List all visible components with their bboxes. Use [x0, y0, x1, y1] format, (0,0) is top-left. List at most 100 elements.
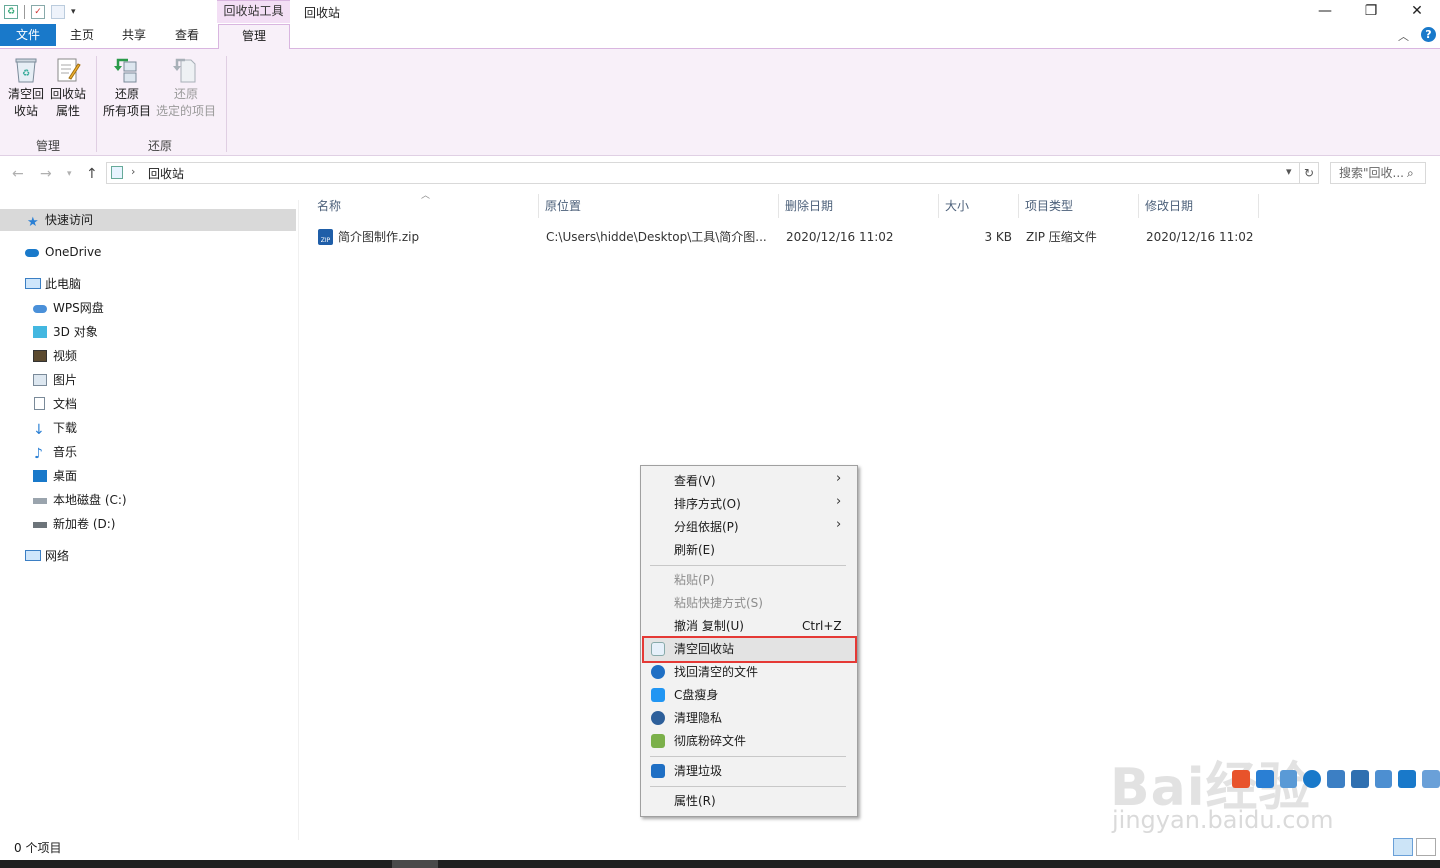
ribbon-tab-row: [0, 24, 1440, 48]
taskbar-active-app[interactable]: [392, 860, 438, 868]
nav-item-drive-c[interactable]: 本地磁盘 (C:): [0, 489, 296, 511]
column-header-name[interactable]: 名称: [311, 194, 539, 218]
nav-item-music[interactable]: ♪ 音乐: [0, 441, 296, 463]
column-header-size[interactable]: 大小: [939, 194, 1019, 218]
address-bar[interactable]: [106, 162, 1300, 184]
properties-icon[interactable]: ✓: [31, 5, 45, 19]
punctuation-icon[interactable]: [1279, 770, 1298, 788]
menu-item-undo-copy[interactable]: 撤消 复制(U): [674, 616, 744, 636]
toolbox-icon[interactable]: [1422, 770, 1440, 788]
column-header-deleted[interactable]: 删除日期: [779, 194, 939, 218]
menu-separator: [650, 756, 846, 757]
nav-label: 快速访问: [45, 213, 94, 227]
chevron-up-icon[interactable]: ︿: [1398, 28, 1409, 44]
minimize-button[interactable]: —: [1302, 0, 1348, 24]
nav-label: 下载: [53, 421, 78, 435]
close-button[interactable]: ✕: [1394, 0, 1440, 24]
nav-label: 图片: [53, 373, 78, 387]
menu-item-recover-files[interactable]: 找回清空的文件: [674, 662, 758, 682]
zip-file-icon: ZIP: [318, 229, 333, 245]
nav-item-onedrive[interactable]: OneDrive: [0, 241, 296, 263]
tab-share[interactable]: 共享: [112, 24, 156, 46]
breadcrumb[interactable]: 回收站: [148, 165, 184, 182]
drive-icon: [33, 522, 47, 528]
refresh-button[interactable]: ↻: [1299, 162, 1319, 184]
computer-icon: [25, 278, 41, 289]
tab-manage[interactable]: 管理: [218, 24, 290, 49]
column-header-modified[interactable]: 修改日期: [1139, 194, 1259, 218]
menu-separator: [650, 786, 846, 787]
back-arrow-icon[interactable]: ←: [12, 166, 24, 182]
sogou-s-icon[interactable]: [1232, 770, 1250, 788]
nav-item-3d-objects[interactable]: 3D 对象: [0, 321, 296, 343]
nav-item-quick-access[interactable]: ★ 快速访问: [0, 209, 296, 231]
nav-item-wps[interactable]: WPS网盘: [0, 297, 296, 319]
new-folder-icon[interactable]: [51, 5, 65, 19]
button-label-line2: 选定的项目: [155, 104, 216, 118]
nav-item-this-pc[interactable]: 此电脑: [0, 273, 296, 295]
menu-item-view[interactable]: 查看(V): [674, 471, 716, 491]
menu-item-empty-recycle-bin[interactable]: 清空回收站: [674, 639, 734, 659]
svg-text:♻: ♻: [22, 69, 30, 79]
network-icon: [25, 550, 41, 561]
column-header-type[interactable]: 项目类型: [1019, 194, 1139, 218]
cube-icon: [33, 326, 47, 338]
menu-item-group[interactable]: 分组依据(P): [674, 517, 739, 537]
recycle-bin-properties-button[interactable]: 回收站 属性: [48, 56, 88, 120]
file-modified-date: 2020/12/16 11:02: [1146, 230, 1254, 244]
restore-all-button[interactable]: 还原 所有项目: [100, 56, 154, 120]
tab-view[interactable]: 查看: [165, 24, 209, 46]
ime-toolbar: [1232, 764, 1440, 794]
nav-item-network[interactable]: 网络: [0, 545, 296, 567]
menu-item-clean-privacy[interactable]: 清理隐私: [674, 708, 722, 728]
forward-arrow-icon[interactable]: →: [40, 166, 52, 182]
menu-item-c-drive-slim[interactable]: C盘瘦身: [674, 685, 718, 705]
menu-item-paste-shortcut[interactable]: 粘贴快捷方式(S): [674, 593, 763, 613]
disk-slim-icon: [651, 688, 665, 702]
empty-recycle-bin-button[interactable]: ♻ 清空回 收站: [4, 56, 48, 120]
menu-item-shred-files[interactable]: 彻底粉碎文件: [674, 731, 746, 751]
menu-item-clean-junk[interactable]: 清理垃圾: [674, 761, 722, 781]
nav-item-downloads[interactable]: ↓ 下载: [0, 417, 296, 439]
maximize-button[interactable]: ❐: [1348, 0, 1394, 24]
group-divider: [226, 56, 227, 152]
nav-label: 文档: [53, 397, 78, 411]
menu-item-sort[interactable]: 排序方式(O): [674, 494, 741, 514]
search-icon: ⌕: [1407, 166, 1414, 180]
skin-shirt-icon[interactable]: [1398, 770, 1417, 788]
divider: [24, 5, 25, 19]
menu-item-refresh[interactable]: 刷新(E): [674, 540, 715, 560]
address-dropdown-icon[interactable]: ▾: [1286, 165, 1292, 178]
emoji-icon[interactable]: [1303, 770, 1322, 788]
large-icons-view-button[interactable]: [1416, 838, 1436, 856]
tab-home[interactable]: 主页: [60, 24, 104, 46]
nav-item-pictures[interactable]: 图片: [0, 369, 296, 391]
nav-item-drive-d[interactable]: 新加卷 (D:): [0, 513, 296, 535]
nav-item-documents[interactable]: 文档: [0, 393, 296, 415]
chinese-mode-icon[interactable]: [1255, 770, 1274, 788]
window-title: 回收站: [304, 6, 341, 20]
user-icon[interactable]: [1374, 770, 1393, 788]
nav-item-desktop[interactable]: 桌面: [0, 465, 296, 487]
customize-qat-icon[interactable]: ▾: [71, 7, 76, 17]
drive-icon: [33, 498, 47, 504]
details-view-button[interactable]: [1393, 838, 1413, 856]
help-icon[interactable]: ?: [1421, 27, 1436, 42]
file-size: 3 KB: [984, 230, 1012, 244]
column-header-location[interactable]: 原位置: [539, 194, 779, 218]
recent-locations-chevron-icon[interactable]: ▾: [67, 169, 72, 179]
restore-selected-button[interactable]: 还原 选定的项目: [154, 56, 218, 120]
submenu-arrow-icon: ›: [836, 517, 842, 532]
cloud-icon: [33, 305, 47, 313]
nav-label: 音乐: [53, 445, 78, 459]
menu-item-paste[interactable]: 粘贴(P): [674, 570, 715, 590]
up-arrow-icon[interactable]: ↑: [86, 166, 98, 182]
recycle-bin-icon: ♻: [4, 5, 18, 19]
nav-item-videos[interactable]: 视频: [0, 345, 296, 367]
breadcrumb-chevron-icon[interactable]: ›: [131, 165, 135, 178]
menu-item-properties[interactable]: 属性(R): [674, 791, 716, 811]
tab-file[interactable]: 文件: [0, 24, 56, 46]
recover-files-icon: [651, 665, 665, 679]
keyboard-icon[interactable]: [1350, 770, 1369, 788]
voice-icon[interactable]: [1327, 770, 1345, 788]
